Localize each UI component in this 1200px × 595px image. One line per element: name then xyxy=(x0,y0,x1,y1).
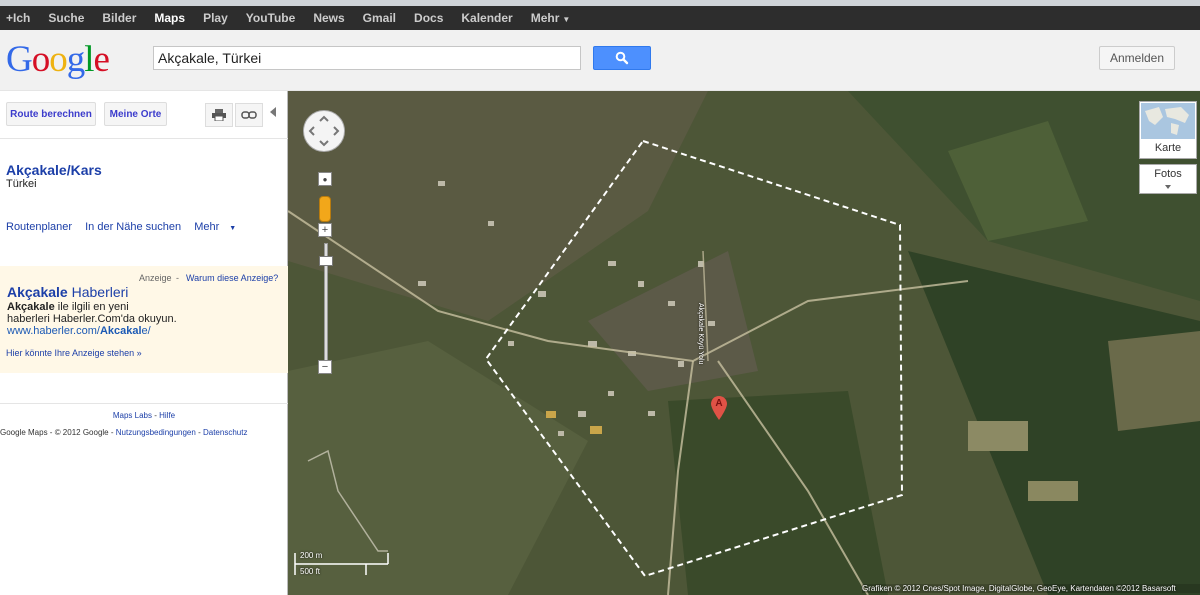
minus-icon: − xyxy=(321,361,329,373)
place-actions: Routenplaner In der Nähe suchen Mehr ▼ xyxy=(6,221,256,233)
search-input[interactable] xyxy=(153,46,581,70)
chevron-down-icon: ▼ xyxy=(562,15,571,24)
ad-title-rest: Haberleri xyxy=(67,284,129,300)
map-copyright: Grafiken © 2012 Cnes/Spot Image, Digital… xyxy=(862,584,1200,593)
my-location-button[interactable]: ● xyxy=(318,172,332,186)
ad-text-rest: ile ilgili en yeni xyxy=(54,301,129,313)
location-marker[interactable]: A xyxy=(711,396,727,420)
nav-gmail[interactable]: Gmail xyxy=(363,11,396,25)
why-ad-link[interactable]: Warum diese Anzeige? xyxy=(186,273,278,283)
route-planner-link[interactable]: Routenplaner xyxy=(6,221,72,233)
nav-suche[interactable]: Suche xyxy=(48,11,84,25)
zoom-in-button[interactable]: + xyxy=(318,223,332,237)
satellite-map[interactable]: ● + − Karte Fotos Akçakale Köyü Yolu A 2… xyxy=(288,91,1200,595)
nav-mehr[interactable]: Mehr ▼ xyxy=(531,11,571,25)
chevron-down-icon xyxy=(1165,185,1171,189)
pan-arrows-icon xyxy=(308,115,340,147)
footer-copyright: Google Maps - © 2012 Google xyxy=(0,428,109,437)
photos-button[interactable]: Fotos xyxy=(1139,164,1197,194)
print-icon xyxy=(212,109,226,121)
ad-url-link[interactable]: www.haberler.com/Akcakale/ xyxy=(7,325,151,337)
nav-maps[interactable]: Maps xyxy=(154,11,185,25)
sidebar: Route berechnen Meine Orte Akçakale/Kars… xyxy=(0,91,288,595)
zoom-out-button[interactable]: − xyxy=(318,360,332,374)
world-map-icon xyxy=(1145,107,1189,135)
my-places-button[interactable]: Meine Orte xyxy=(104,102,167,126)
marker-letter: A xyxy=(715,398,723,409)
ad-url-bold: Akcakal xyxy=(99,325,142,337)
nav-docs[interactable]: Docs xyxy=(414,11,443,25)
footer-legal: Google Maps - © 2012 Google - Nutzungsbe… xyxy=(0,428,288,437)
location-dot-icon: ● xyxy=(322,174,328,184)
footer-links: Maps Labs - Hilfe xyxy=(0,411,288,420)
plus-icon: + xyxy=(321,224,329,236)
pegman-icon[interactable] xyxy=(319,196,331,222)
ad-title-link[interactable]: Akçakale Haberleri xyxy=(7,284,128,300)
scale-label-feet: 500 ft xyxy=(300,567,321,576)
world-map-thumbnail xyxy=(1141,103,1195,139)
place-title[interactable]: Akçakale/Kars xyxy=(6,162,102,178)
ad-text-bold: Akçakale xyxy=(7,301,55,313)
ad-text-line-1: Akçakale ile ilgili en yeni xyxy=(7,301,129,313)
ad-url-post: e/ xyxy=(141,325,151,337)
more-actions-label: Mehr xyxy=(194,221,220,233)
ad-title-bold: Akçakale xyxy=(7,284,68,300)
route-button[interactable]: Route berechnen xyxy=(6,102,96,126)
scale-label-meters: 200 m xyxy=(300,551,323,560)
maps-labs-link[interactable]: Maps Labs xyxy=(113,411,152,420)
separator: - xyxy=(110,428,114,437)
map-type-button[interactable]: Karte xyxy=(1139,101,1197,159)
chevron-down-icon: ▼ xyxy=(229,225,237,232)
ad-box: Anzeige - Warum diese Anzeige? Akçakale … xyxy=(0,266,288,373)
ad-label: Anzeige xyxy=(139,273,172,283)
separator: - xyxy=(176,273,179,283)
link-icon xyxy=(241,111,257,119)
divider xyxy=(0,403,288,404)
zoom-slider-handle[interactable] xyxy=(319,256,333,266)
terms-link[interactable]: Nutzungsbedingungen xyxy=(116,428,196,437)
help-link[interactable]: Hilfe xyxy=(159,411,175,420)
nearby-search-link[interactable]: In der Nähe suchen xyxy=(85,221,181,233)
nav-play[interactable]: Play xyxy=(203,11,228,25)
road-label: Akçakale Köyü Yolu xyxy=(697,303,704,365)
nav-bilder[interactable]: Bilder xyxy=(102,11,136,25)
divider xyxy=(0,138,288,139)
separator: - xyxy=(198,428,201,437)
print-button[interactable] xyxy=(205,103,233,127)
nav-plus-ich[interactable]: +Ich xyxy=(6,11,30,25)
nav-mehr-label: Mehr xyxy=(530,11,560,25)
collapse-panel-icon[interactable] xyxy=(270,107,276,117)
nav-news[interactable]: News xyxy=(313,11,344,25)
google-logo[interactable]: Google xyxy=(6,40,110,80)
signin-button[interactable]: Anmelden xyxy=(1099,46,1175,70)
nav-kalender[interactable]: Kalender xyxy=(461,11,512,25)
privacy-link[interactable]: Datenschutz xyxy=(203,428,247,437)
separator: - xyxy=(154,411,157,420)
link-button[interactable] xyxy=(235,103,263,127)
google-bar: +Ich Suche Bilder Maps Play YouTube News… xyxy=(0,6,1200,30)
ad-text-line-2: haberleri Haberler.Com'da okuyun. xyxy=(7,313,177,325)
search-icon xyxy=(615,51,629,65)
nav-youtube[interactable]: YouTube xyxy=(246,11,296,25)
more-actions-link[interactable]: Mehr ▼ xyxy=(194,221,246,233)
place-subtitle: Türkei xyxy=(6,178,37,190)
ad-url-pre: www.haberler.com/ xyxy=(7,325,100,337)
satellite-imagery xyxy=(288,91,1200,595)
map-type-label: Karte xyxy=(1154,142,1182,154)
search-button[interactable] xyxy=(593,46,651,70)
photos-label: Fotos xyxy=(1154,168,1182,180)
advertise-here-link[interactable]: Hier könnte Ihre Anzeige stehen » xyxy=(6,348,142,358)
pan-control[interactable] xyxy=(303,110,345,152)
